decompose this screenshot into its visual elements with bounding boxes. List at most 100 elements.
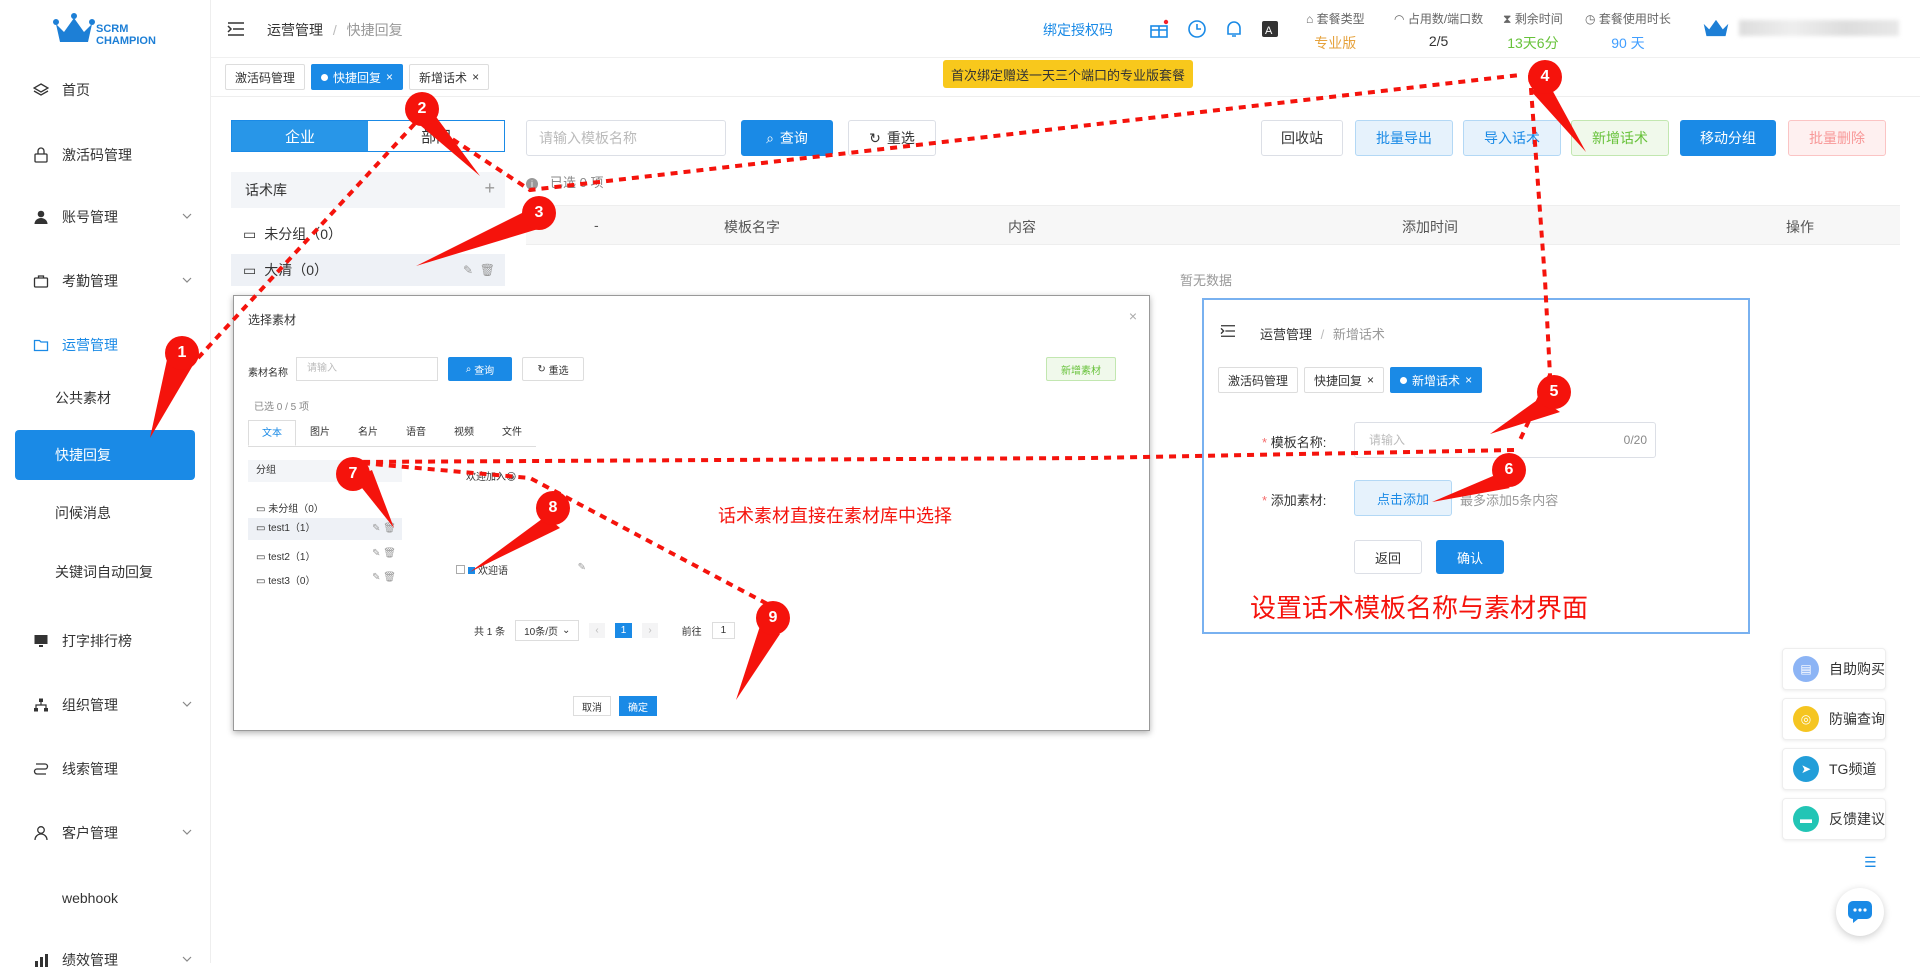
dialog-cancel-button[interactable]: 取消 (573, 696, 611, 716)
edit-trash-icons[interactable]: ✎ 🗑 (372, 548, 396, 559)
close-icon[interactable]: × (1465, 373, 1472, 387)
move-group-button[interactable]: 移动分组 (1680, 120, 1776, 156)
add-script-button[interactable]: 新增话术 (1571, 120, 1669, 156)
sidebar-item-activation[interactable]: 激活码管理 (0, 135, 211, 175)
dialog-material-item[interactable]: 欢迎语 ✎ (456, 562, 586, 577)
bell-icon[interactable] (1224, 19, 1244, 39)
lock-icon (32, 146, 50, 164)
close-icon[interactable]: × (1129, 308, 1137, 324)
tg-channel-button[interactable]: ➤ TG频道 (1782, 748, 1886, 790)
sidebar-subitem-greeting[interactable]: 问候消息 (15, 488, 195, 538)
close-icon[interactable]: × (472, 70, 479, 84)
library-header: 话术库 + (231, 172, 505, 208)
tab-quick-reply[interactable]: 快捷回复 × (1304, 367, 1385, 393)
feedback-button[interactable]: ▬ 反馈建议 (1782, 798, 1886, 840)
gift-icon[interactable] (1149, 19, 1169, 39)
refresh-icon: ↻ (869, 129, 881, 146)
breadcrumb-parent[interactable]: 运营管理 (267, 22, 323, 38)
tab-voice[interactable]: 语音 (392, 420, 440, 446)
pager-size-select[interactable]: 10条/页 ⌄ (515, 620, 580, 641)
tab-activation[interactable]: 激活码管理 (225, 64, 306, 90)
close-icon[interactable]: × (386, 70, 393, 84)
sidebar-item-performance[interactable]: 绩效管理 (0, 940, 211, 980)
menu-collapse-icon[interactable] (1220, 324, 1236, 338)
template-search-input[interactable]: 请输入模板名称 (526, 120, 726, 156)
click-add-material-button[interactable]: 点击添加 (1354, 480, 1452, 516)
next-page-button[interactable]: › (642, 623, 658, 638)
font-size-icon[interactable]: A (1261, 20, 1279, 38)
edit-trash-icons[interactable]: ✎ 🗑 (372, 518, 396, 540)
prev-page-button[interactable]: ‹ (589, 623, 605, 638)
back-button[interactable]: 返回 (1354, 540, 1422, 574)
reset-button[interactable]: ↻ 重选 (848, 120, 936, 156)
breadcrumb-parent[interactable]: 运营管理 (1260, 327, 1312, 342)
sidebar-subitem-public-material[interactable]: 公共素材 (15, 373, 195, 423)
recycle-bin-button[interactable]: 回收站 (1261, 120, 1343, 156)
tab-new-script[interactable]: 新增话术 × (409, 64, 490, 90)
folder-icon: ▭ (243, 225, 257, 242)
checkbox[interactable] (456, 565, 465, 574)
edit-icon[interactable]: ✎ (463, 263, 473, 277)
dialog-add-material-button[interactable]: 新增素材 (1046, 357, 1116, 381)
sidebar-item-webhook[interactable]: webhook (0, 878, 211, 918)
group-label: 未分组（0） (264, 226, 343, 242)
tab-image[interactable]: 图片 (296, 420, 344, 446)
scope-department-button[interactable]: 部门 (368, 121, 504, 151)
self-purchase-button[interactable]: ▤ 自助购买 (1782, 648, 1886, 690)
dialog-reset-button[interactable]: ↻ 重选 (522, 357, 584, 381)
dialog-confirm-button[interactable]: 确定 (619, 696, 657, 716)
clock-icon[interactable] (1187, 19, 1207, 39)
tab-activation[interactable]: 激活码管理 (1218, 367, 1299, 393)
scope-enterprise-button[interactable]: 企业 (232, 121, 368, 151)
sidebar-item-customers[interactable]: 客户管理 (0, 813, 211, 853)
import-script-button[interactable]: 导入话术 (1463, 120, 1561, 156)
logo[interactable]: SCRM CHAMPION (52, 10, 162, 54)
tab-quick-reply[interactable]: 快捷回复 × (311, 64, 404, 90)
batch-delete-button[interactable]: 批量删除 (1788, 120, 1886, 156)
required-mark: * (1262, 435, 1268, 450)
bind-auth-link[interactable]: 绑定授权码 (1043, 20, 1113, 40)
sidebar-item-organization[interactable]: 组织管理 (0, 685, 211, 725)
search-icon: ⌕ (465, 363, 472, 375)
empty-state: 暂无数据 (1180, 273, 1233, 288)
anti-fraud-button[interactable]: ◎ 防骗查询 (1782, 698, 1886, 740)
sidebar-item-account[interactable]: 账号管理 (0, 197, 211, 237)
tab-file[interactable]: 文件 (488, 420, 536, 446)
menu-collapse-icon[interactable] (227, 21, 245, 37)
brand-line2: CHAMPION (96, 35, 156, 47)
material-name-input[interactable]: 请输入 (296, 357, 438, 381)
dialog-item-header: 欢迎加入😀 (466, 472, 517, 483)
dialog-group-item[interactable]: ▭ 未分组（0） (256, 500, 324, 515)
chat-launcher[interactable] (1836, 888, 1884, 936)
tab-video[interactable]: 视频 (440, 420, 488, 446)
pager-goto-input[interactable]: 1 (711, 622, 736, 639)
tab-text[interactable]: 文本 (248, 420, 296, 446)
tab-card[interactable]: 名片 (344, 420, 392, 446)
plus-icon[interactable]: + (484, 178, 495, 199)
query-button[interactable]: ⌕ 查询 (741, 120, 833, 156)
edit-icon[interactable]: ✎ (578, 562, 586, 573)
group-label: 未分组（0） (268, 504, 324, 515)
group-item[interactable]: ▭ 未分组（0） (231, 220, 505, 248)
tab-new-script[interactable]: 新增话术 × (1390, 367, 1483, 393)
avatar[interactable] (1701, 14, 1731, 42)
confirm-button[interactable]: 确认 (1436, 540, 1504, 574)
sidebar-item-typing-rank[interactable]: 打字排行榜 (0, 621, 211, 661)
sidebar-item-home[interactable]: 首页 (0, 70, 211, 110)
sidebar-item-label: 打字排行榜 (62, 633, 132, 649)
dialog-group-item[interactable]: ▭ test2（1） ✎ 🗑 (256, 548, 402, 563)
sidebar-subitem-keyword-reply[interactable]: 关键词自动回复 (15, 547, 195, 597)
sidebar-item-leads[interactable]: 线索管理 (0, 749, 211, 789)
batch-export-button[interactable]: 批量导出 (1355, 120, 1453, 156)
group-item[interactable]: ▭ 大清（0） ✎ 🗑 (231, 254, 505, 286)
sidebar-item-attendance[interactable]: 考勤管理 (0, 261, 211, 301)
page-1-button[interactable]: 1 (614, 623, 633, 638)
sidebar-subitem-quick-reply[interactable]: 快捷回复 (15, 430, 195, 480)
trash-icon[interactable]: 🗑 (480, 263, 495, 277)
dialog-group-item[interactable]: ▭ test3（0） ✎ 🗑 (256, 572, 402, 587)
dialog-group-item[interactable]: ▭ test1（1） ✎ 🗑 (248, 518, 402, 540)
dialog-query-button[interactable]: ⌕ 查询 (448, 357, 512, 381)
list-toggle-icon[interactable]: ☰ (1864, 854, 1877, 871)
edit-trash-icons[interactable]: ✎ 🗑 (372, 572, 396, 583)
close-icon[interactable]: × (1367, 373, 1374, 387)
